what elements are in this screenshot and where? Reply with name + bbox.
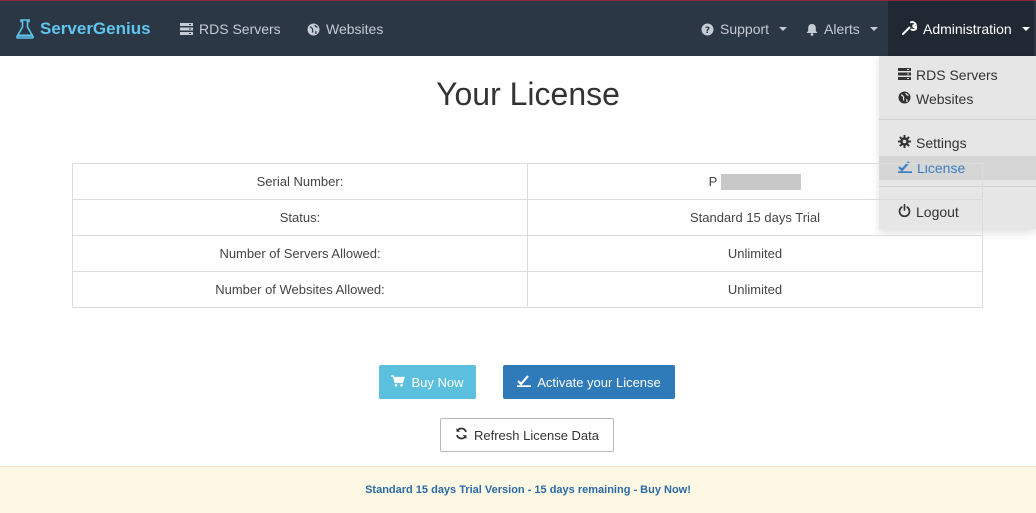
dropdown-item-label: Settings: [916, 135, 967, 151]
globe-icon: [307, 23, 320, 36]
trial-status-link[interactable]: Standard 15 days Trial Version - 15 days…: [365, 484, 691, 496]
buy-now-label: Buy Now: [411, 374, 464, 390]
table-cell-label: Number of Servers Allowed:: [72, 235, 528, 272]
table-cell-label: Number of Websites Allowed:: [72, 271, 528, 308]
nav-alerts-label: Alerts: [824, 21, 860, 37]
top-navbar: ServerGenius RDS Servers Websites ? Supp…: [0, 0, 1036, 57]
signature-check-icon: [517, 374, 532, 390]
dropdown-divider: [879, 119, 1036, 120]
chevron-down-icon: [869, 27, 878, 31]
nav-rds-servers[interactable]: RDS Servers: [180, 1, 281, 57]
question-circle-icon: ?: [701, 23, 714, 36]
nav-alerts[interactable]: Alerts: [806, 1, 878, 57]
table-row: Number of Websites Allowed: Unlimited: [72, 271, 983, 308]
svg-text:?: ?: [705, 26, 710, 36]
server-icon: [180, 23, 193, 35]
nav-support[interactable]: ? Support: [701, 1, 788, 57]
refresh-icon: [455, 427, 468, 443]
redacted-block: [721, 173, 802, 190]
nav-websites-label: Websites: [326, 21, 384, 37]
chevron-down-icon: [1021, 27, 1030, 31]
activate-license-label: Activate your License: [537, 374, 661, 390]
buy-now-button[interactable]: Buy Now: [379, 365, 476, 399]
page-title: Your License: [436, 76, 620, 112]
table-cell-value: P: [527, 163, 983, 200]
table-cell-value: Unlimited: [527, 271, 983, 308]
refresh-license-data-label: Refresh License Data: [473, 427, 599, 443]
dropdown-item-settings[interactable]: Settings: [879, 131, 1036, 155]
brand-link[interactable]: ServerGenius: [16, 1, 151, 57]
table-cell-value: Unlimited: [527, 235, 983, 272]
trial-footer-banner: Standard 15 days Trial Version - 15 days…: [0, 466, 1036, 513]
table-row: Number of Servers Allowed: Unlimited: [72, 235, 983, 272]
table-row: Status: Standard 15 days Trial: [72, 199, 983, 236]
table-cell-value: Standard 15 days Trial: [527, 199, 983, 236]
nav-rds-servers-label: RDS Servers: [199, 21, 281, 37]
cart-icon: [391, 374, 406, 390]
activate-license-button[interactable]: Activate your License: [503, 365, 675, 399]
table-cell-label: Status:: [72, 199, 528, 236]
gear-icon: [898, 135, 911, 151]
chevron-down-icon: [779, 27, 788, 31]
refresh-license-data-button[interactable]: Refresh License Data: [440, 418, 614, 452]
wrench-icon: [902, 20, 918, 38]
nav-support-label: Support: [720, 21, 770, 37]
nav-administration[interactable]: Administration: [888, 1, 1034, 57]
table-cell-label: Serial Number:: [72, 163, 528, 200]
brand-name: ServerGenius: [40, 19, 151, 38]
serial-number-value: P: [708, 174, 718, 189]
license-table: Serial Number: P Status: Standard 15 day…: [72, 163, 983, 308]
nav-websites[interactable]: Websites: [307, 1, 383, 57]
bell-icon: [806, 23, 818, 36]
nav-administration-label: Administration: [923, 21, 1012, 37]
flask-icon: [16, 19, 34, 39]
table-row: Serial Number: P: [72, 163, 983, 200]
